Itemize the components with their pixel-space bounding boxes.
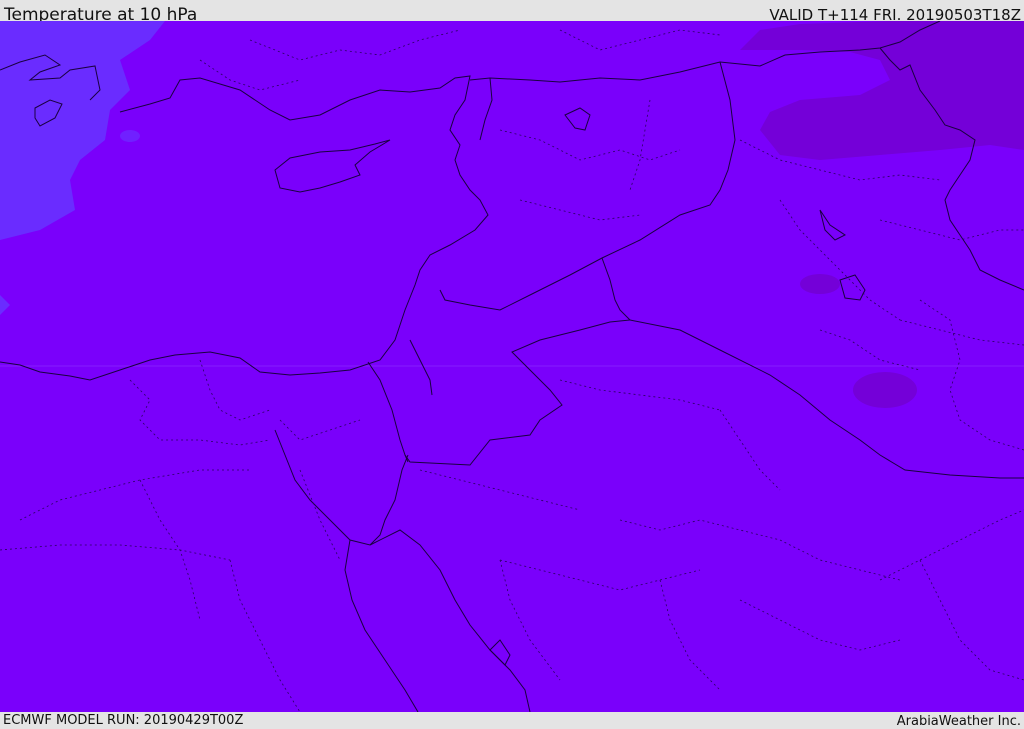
warm-region-patch xyxy=(853,372,917,408)
model-run-label: ECMWF MODEL RUN: 20190429T00Z xyxy=(3,713,244,728)
map-page: Temperature at 10 hPa VALID T+114 FRI. 2… xyxy=(0,0,1024,729)
temperature-map[interactable] xyxy=(0,21,1024,712)
footer-bar: ECMWF MODEL RUN: 20190429T00Z ArabiaWeat… xyxy=(0,712,1024,729)
credit-label: ArabiaWeather Inc. xyxy=(896,714,1021,729)
map-canvas xyxy=(0,21,1024,712)
warm-region-patch xyxy=(800,274,840,294)
cold-region-patch xyxy=(120,130,140,142)
header-bar: Temperature at 10 hPa VALID T+114 FRI. 2… xyxy=(0,0,1024,25)
